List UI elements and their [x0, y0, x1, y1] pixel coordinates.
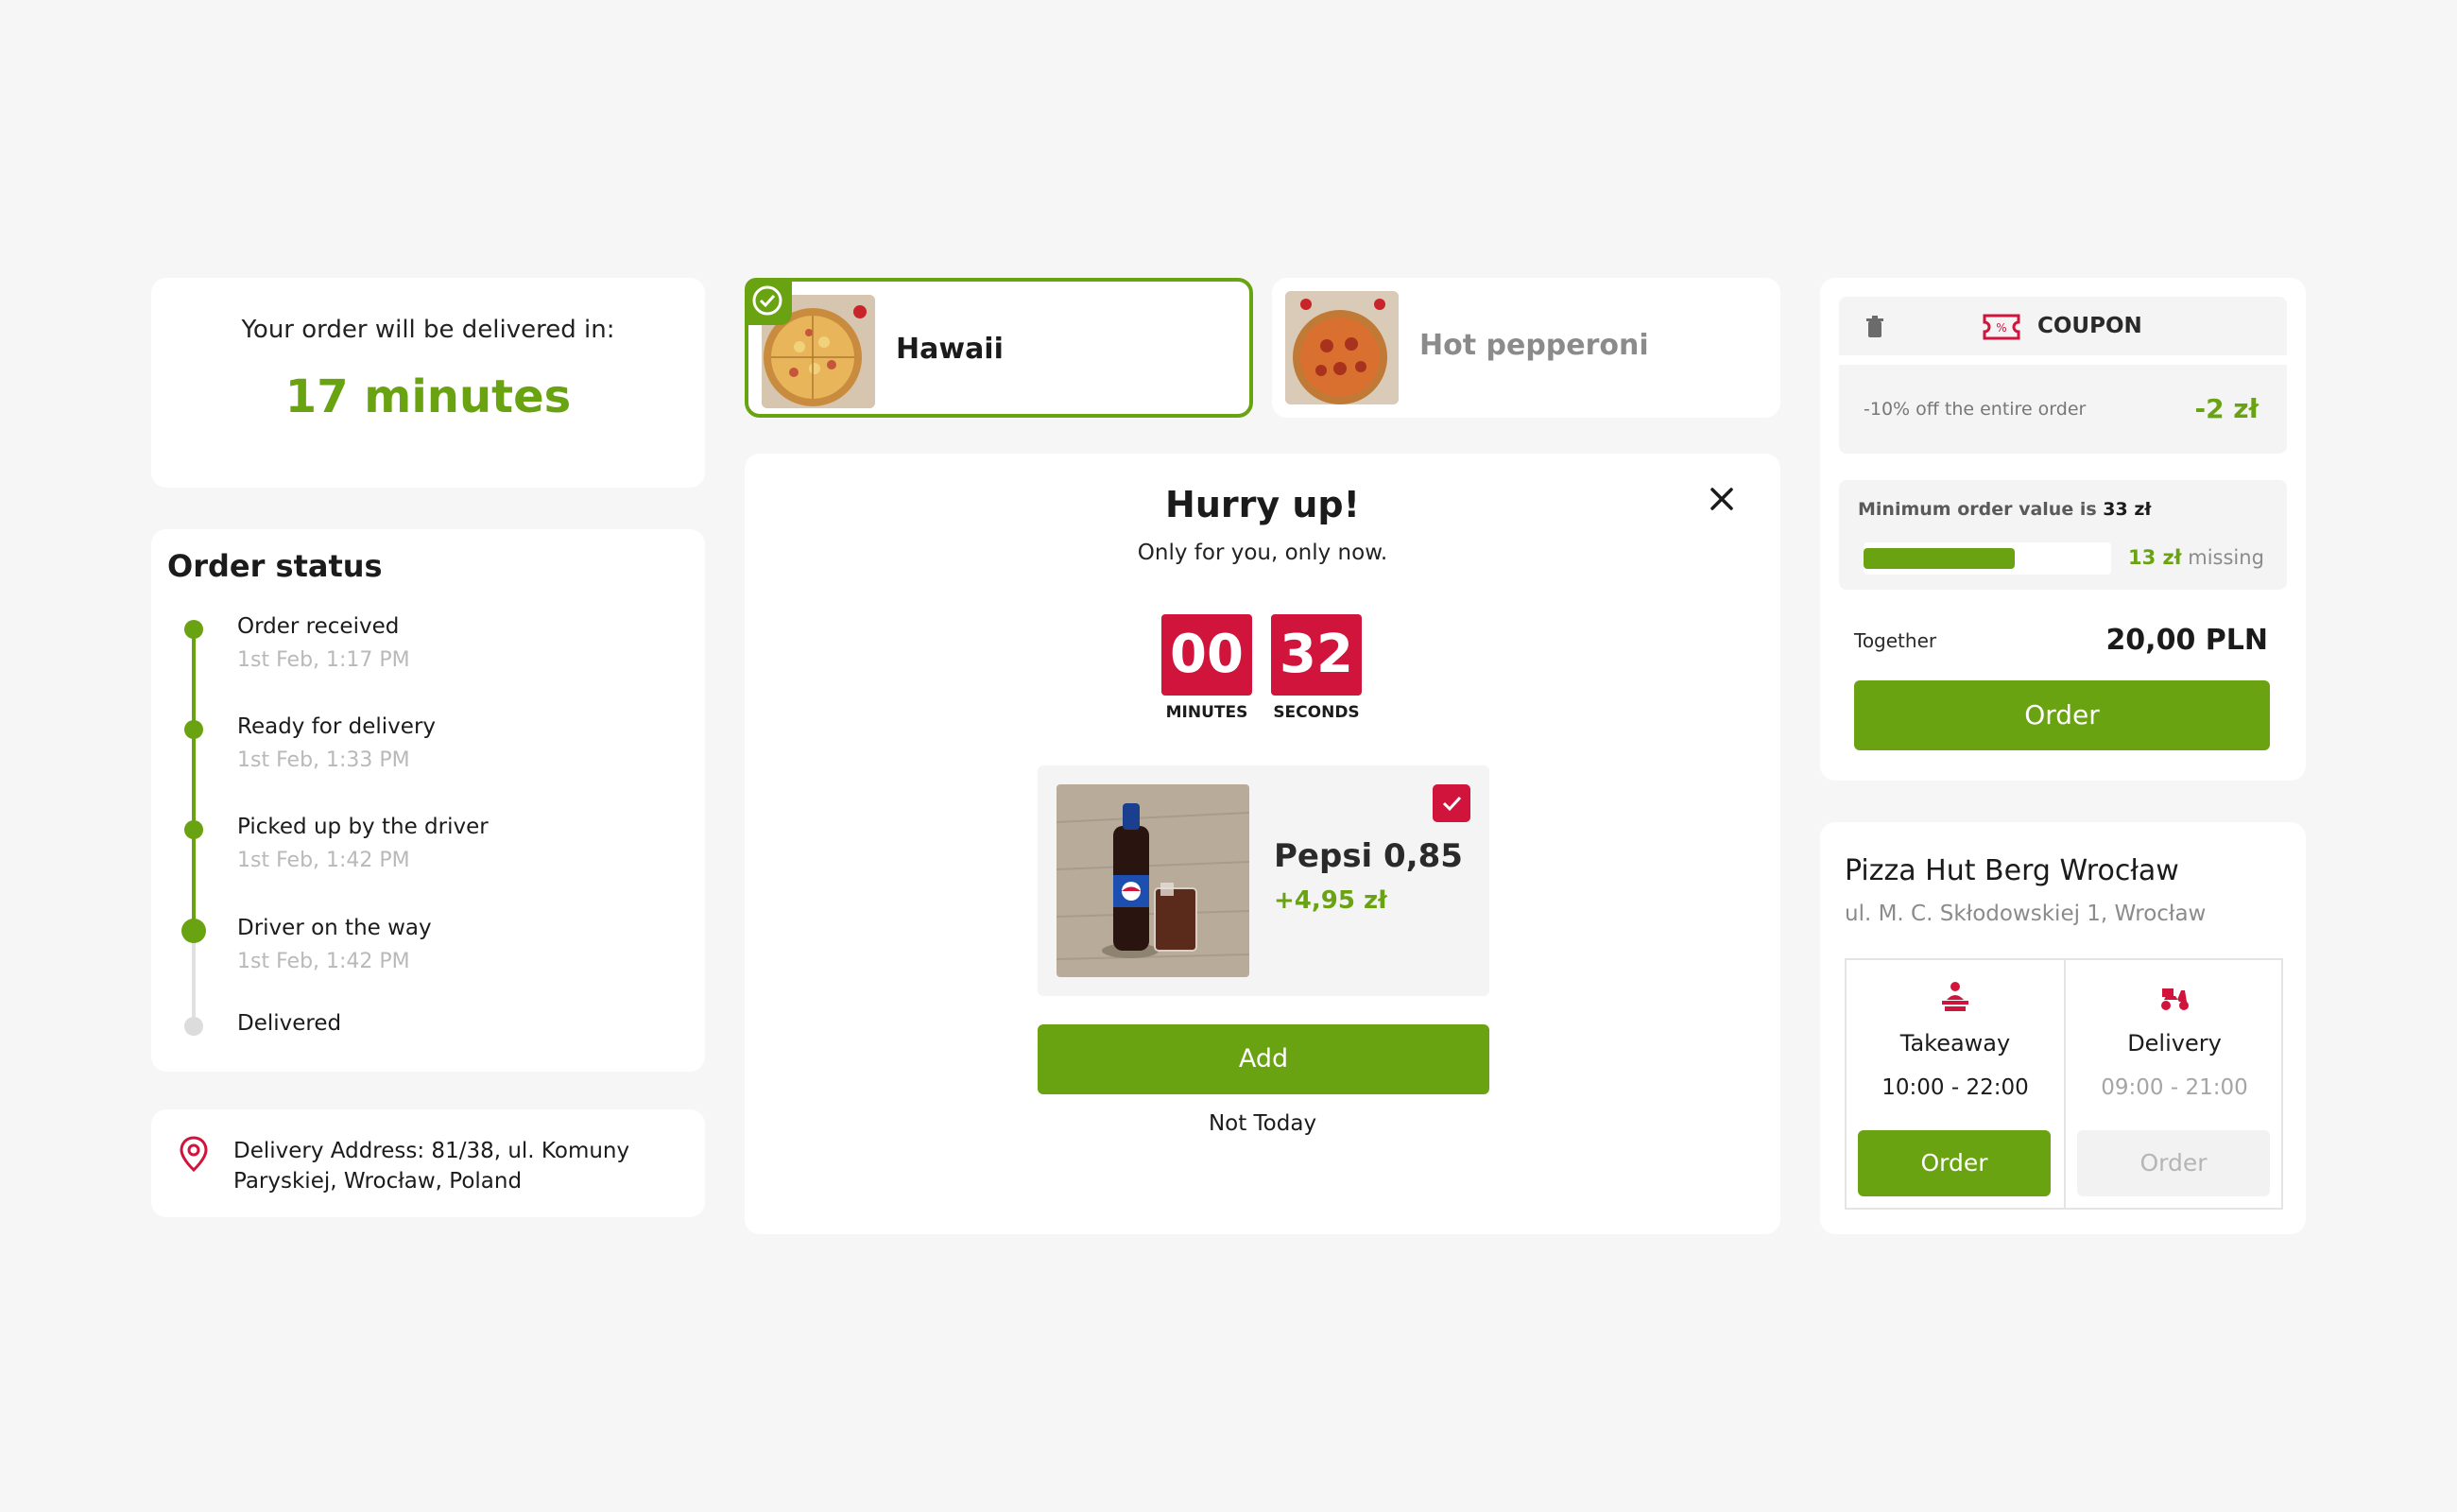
timeline-dot-pending [184, 1017, 203, 1036]
step-time: 1st Feb, 1:33 PM [237, 748, 410, 772]
delivery-address-text: Delivery Address: 81/38, ul. Komuny Pary… [233, 1139, 630, 1194]
progress-fill [1864, 548, 2015, 569]
step-time: 1st Feb, 1:42 PM [237, 849, 410, 872]
timer-seconds: 32 [1271, 614, 1362, 696]
option-hours: 09:00 - 21:00 [2101, 1075, 2248, 1100]
pizza-image [1285, 291, 1399, 404]
coupon-body: -10% off the entire order -2 zł [1839, 365, 2287, 454]
offer-title: Hurry up! [1165, 484, 1360, 525]
step-name: Ready for delivery [237, 714, 437, 739]
pizza-name: Hot pepperoni [1419, 329, 1649, 362]
option-name: Takeaway [1899, 1030, 2011, 1057]
coupon-amount: -2 zł [2194, 393, 2259, 424]
option-name: Delivery [2127, 1030, 2222, 1057]
coupon-description: -10% off the entire order [1864, 399, 2087, 420]
pizza-option-hot-pepperoni[interactable]: Hot pepperoni [1272, 278, 1780, 418]
product-image [1057, 784, 1249, 977]
timeline-line [192, 629, 196, 932]
coupon-label: COUPON [2037, 314, 2142, 338]
total-price: 20,00 PLN [2105, 624, 2268, 657]
upsell-offer-card: Hurry up! Only for you, only now. 00 32 … [745, 454, 1780, 1234]
step-time: 1st Feb, 1:17 PM [237, 648, 410, 672]
product-checkbox[interactable] [1433, 784, 1470, 822]
coupon-icon: % [1983, 314, 2020, 340]
minimum-order-prefix: Minimum order value is [1858, 499, 2097, 520]
coupon-header: % COUPON [1839, 297, 2287, 355]
store-address: ul. M. C. Skłodowskiej 1, Wrocław [1845, 902, 2207, 926]
eta-label: Your order will be delivered in: [241, 316, 615, 344]
svg-text:%: % [1996, 321, 2006, 335]
order-status-card: Order status Order received 1st Feb, 1:1… [151, 529, 705, 1072]
timer-seconds-label: SECONDS [1273, 703, 1360, 722]
missing-amount: 13 zł [2128, 546, 2182, 569]
pizza-name: Hawaii [896, 333, 1004, 366]
store-card: Pizza Hut Berg Wrocław ul. M. C. Skłodow… [1820, 822, 2306, 1234]
timer-minutes-label: MINUTES [1165, 703, 1248, 722]
product-price: +4,95 zł [1274, 886, 1387, 915]
timer-minutes: 00 [1161, 614, 1252, 696]
option-hours: 10:00 - 22:00 [1881, 1075, 2029, 1100]
store-name: Pizza Hut Berg Wrocław [1845, 854, 2179, 887]
timeline-dot [184, 720, 203, 739]
missing-amount-text: 13 zł missing [2128, 546, 2264, 569]
takeaway-option: Takeaway 10:00 - 22:00 Order [1847, 960, 2064, 1208]
order-status-title: Order status [167, 548, 383, 584]
minimum-order-text: Minimum order value is 33 zł [1858, 499, 2151, 520]
timeline-dot-current [181, 919, 206, 943]
delivery-order-button[interactable]: Order [2077, 1130, 2270, 1196]
minimum-order-value: 33 zł [2103, 499, 2152, 520]
eta-card: Your order will be delivered in: 17 minu… [151, 278, 705, 488]
delivery-address-card: Delivery Address: 81/38, ul. Komuny Pary… [151, 1109, 705, 1217]
minimum-order-box: Minimum order value is 33 zł 13 zł missi… [1839, 480, 2287, 590]
check-icon [752, 285, 782, 316]
not-today-link[interactable]: Not Today [745, 1111, 1780, 1136]
step-name: Order received [237, 614, 400, 639]
upsell-product[interactable]: Pepsi 0,85 +4,95 zł [1038, 765, 1489, 996]
step-name: Picked up by the driver [237, 815, 489, 839]
takeaway-icon [1942, 982, 1968, 1011]
delivery-option: Delivery 09:00 - 21:00 Order [2066, 960, 2283, 1208]
selected-check-badge [745, 278, 792, 325]
step-time: 1st Feb, 1:42 PM [237, 950, 410, 973]
offer-subtitle: Only for you, only now. [1137, 541, 1388, 565]
together-label: Together [1854, 629, 1937, 652]
check-icon [1442, 796, 1462, 812]
cart-summary-card: % COUPON -10% off the entire order -2 zł… [1820, 278, 2306, 781]
timeline-dot [184, 620, 203, 639]
scooter-icon [2161, 988, 2189, 1010]
step-name: Driver on the way [237, 916, 432, 940]
takeaway-order-button[interactable]: Order [1858, 1130, 2051, 1196]
location-pin-icon [180, 1136, 208, 1172]
missing-suffix: missing [2188, 546, 2264, 569]
add-button[interactable]: Add [1038, 1024, 1489, 1094]
trash-icon[interactable] [1865, 316, 1884, 338]
minimum-order-progress [1864, 542, 2111, 575]
timeline-dot [184, 820, 203, 839]
pizza-option-hawaii[interactable]: Hawaii [745, 278, 1253, 418]
order-button[interactable]: Order [1854, 680, 2270, 750]
step-name: Delivered [237, 1011, 342, 1036]
product-name: Pepsi 0,85 [1274, 837, 1463, 875]
eta-value: 17 minutes [284, 370, 572, 423]
fulfillment-options: Takeaway 10:00 - 22:00 Order Delivery 09… [1845, 958, 2283, 1210]
